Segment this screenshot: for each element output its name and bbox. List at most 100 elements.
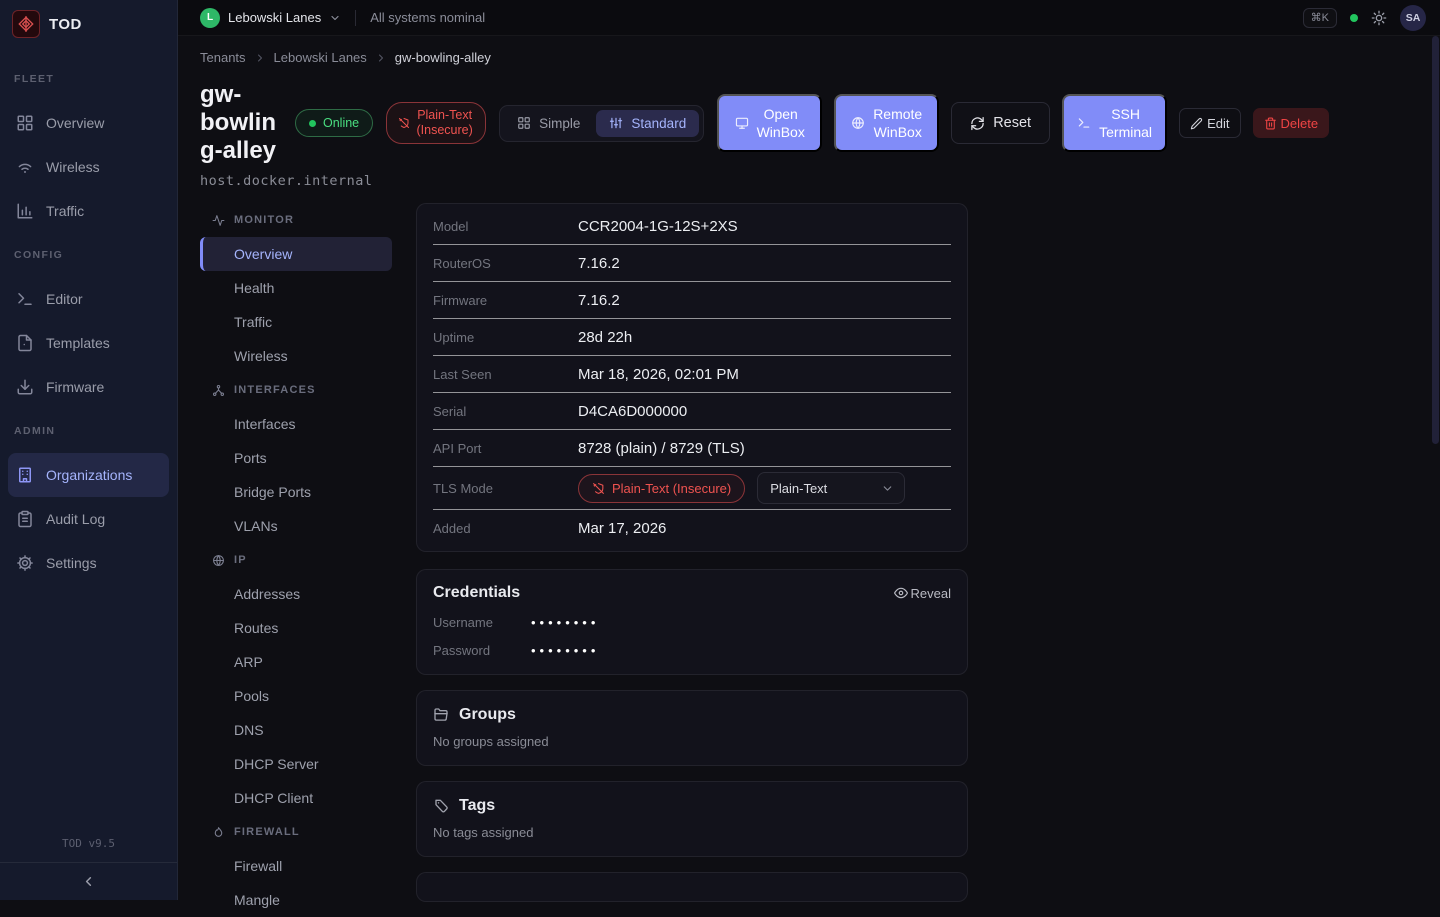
info-row-label: Model [433,219,578,234]
sliders-icon [609,116,623,130]
subnav-item-bridge-ports[interactable]: Bridge Ports [200,475,392,509]
view-mode-label: Simple [539,116,580,131]
subnav-item-interfaces[interactable]: Interfaces [200,407,392,441]
sidebar-section-label: CONFIG [0,233,177,277]
sidebar-item-label: Traffic [46,203,84,219]
info-row-value: D4CA6D000000 [578,403,687,420]
info-row: Firmware7.16.2 [433,282,951,319]
info-row: ModelCCR2004-1G-12S+2XS [433,208,951,245]
sidebar-item-label: Firmware [46,379,104,395]
sidebar-item-wireless[interactable]: Wireless [8,145,169,189]
tls-mode-cell: Plain-Text (Insecure)Plain-Text [578,467,905,509]
online-dot-icon [309,120,316,127]
sidebar-item-templates[interactable]: Templates [8,321,169,365]
subnav-item-routes[interactable]: Routes [200,611,392,645]
app-logo: TOD [0,0,177,48]
subnav-item-dns[interactable]: DNS [200,713,392,747]
tags-card: Tags No tags assigned [416,781,968,857]
subnav-item-firewall[interactable]: Firewall [200,849,392,883]
breadcrumb-item[interactable]: Lebowski Lanes [274,50,367,65]
bar-chart-icon [16,202,34,220]
breadcrumb-item[interactable]: Tenants [200,50,246,65]
sidebar-item-label: Overview [46,115,104,131]
button-label: Remote WinBox [873,105,922,141]
page-title: gw-bowling-alley [200,81,282,165]
tenant-avatar: L [200,8,220,28]
sidebar-item-firmware[interactable]: Firmware [8,365,169,409]
chevron-right-icon [254,52,266,64]
sidebar-item-label: Templates [46,335,110,351]
command-palette-shortcut[interactable]: ⌘K [1303,8,1337,28]
sidebar-item-label: Wireless [46,159,100,175]
subnav-item-addresses[interactable]: Addresses [200,577,392,611]
terminal-icon [1077,116,1091,130]
groups-card: Groups No groups assigned [416,690,968,766]
subnav-item-pools[interactable]: Pools [200,679,392,713]
app-name: TOD [49,16,82,33]
subnav-item-arp[interactable]: ARP [200,645,392,679]
remote-winbox-button[interactable]: Remote WinBox [834,94,939,152]
open-winbox-button[interactable]: Open WinBox [717,94,822,152]
reveal-credentials-button[interactable]: Reveal [894,586,951,601]
view-mode-simple[interactable]: Simple [504,110,593,137]
theme-toggle-button[interactable] [1371,10,1387,26]
subnav-item-dhcp-server[interactable]: DHCP Server [200,747,392,781]
gear-icon [16,554,34,572]
button-label: Edit [1207,116,1229,131]
info-row-value: 7.16.2 [578,292,620,309]
subnav-section-label: FIREWALL [234,826,300,838]
info-row-label: API Port [433,441,578,456]
edit-button[interactable]: Edit [1179,108,1240,138]
user-avatar[interactable]: SA [1400,5,1426,31]
tenant-switcher[interactable]: L Lebowski Lanes [200,8,341,28]
online-status-badge: Online [295,109,373,137]
subnav-item-health[interactable]: Health [200,271,392,305]
sidebar-item-settings[interactable]: Settings [8,541,169,585]
subnav-item-vlans[interactable]: VLANs [200,509,392,543]
page-scrollbar-thumb[interactable] [1432,36,1439,444]
reset-button[interactable]: Reset [951,102,1050,144]
info-row: SerialD4CA6D000000 [433,393,951,430]
trash-icon [1264,117,1277,130]
delete-button[interactable]: Delete [1253,108,1330,138]
info-row-value: Mar 17, 2026 [578,520,666,537]
info-row-value: 28d 22h [578,329,632,346]
terminal-icon [16,290,34,308]
sidebar-item-traffic[interactable]: Traffic [8,189,169,233]
subnav-section-monitor: MONITOR [200,203,392,237]
clipboard-icon [16,510,34,528]
device-host: host.docker.internal [200,173,1440,189]
subnav-section-label: IP [234,554,247,566]
button-label: Reset [993,115,1031,131]
subnav-item-ports[interactable]: Ports [200,441,392,475]
info-row: TLS ModePlain-Text (Insecure)Plain-Text [433,467,951,510]
subnav-item-mangle[interactable]: Mangle [200,883,392,917]
credential-label: Username [433,615,531,630]
sidebar-collapse-button[interactable] [0,862,177,900]
subnav-item-overview[interactable]: Overview [200,237,392,271]
view-mode-standard[interactable]: Standard [596,110,699,137]
sidebar-item-audit-log[interactable]: Audit Log [8,497,169,541]
info-row-label: Last Seen [433,367,578,382]
sidebar-item-overview[interactable]: Overview [8,101,169,145]
subnav-item-dhcp-client[interactable]: DHCP Client [200,781,392,815]
info-row-label: Serial [433,404,578,419]
ssh-terminal-button[interactable]: SSH Terminal [1062,94,1167,152]
sun-icon [1371,10,1387,26]
view-mode-toggle: Simple Standard [499,105,704,142]
tag-icon [433,798,449,814]
sidebar-item-editor[interactable]: Editor [8,277,169,321]
chevron-down-icon [329,12,341,24]
monitor-icon [735,116,749,130]
info-row-value: CCR2004-1G-12S+2XS [578,218,738,235]
tags-empty-text: No tags assigned [433,825,951,840]
app-version: TOD v9.5 [0,829,177,862]
refresh-icon [970,116,985,131]
sidebar-item-organizations[interactable]: Organizations [8,453,169,497]
tls-mode-select[interactable]: Plain-Text [757,472,905,504]
groups-empty-text: No groups assigned [433,734,951,749]
credential-label: Password [433,643,531,658]
subnav-item-wireless[interactable]: Wireless [200,339,392,373]
network-icon [212,384,225,397]
subnav-item-traffic[interactable]: Traffic [200,305,392,339]
